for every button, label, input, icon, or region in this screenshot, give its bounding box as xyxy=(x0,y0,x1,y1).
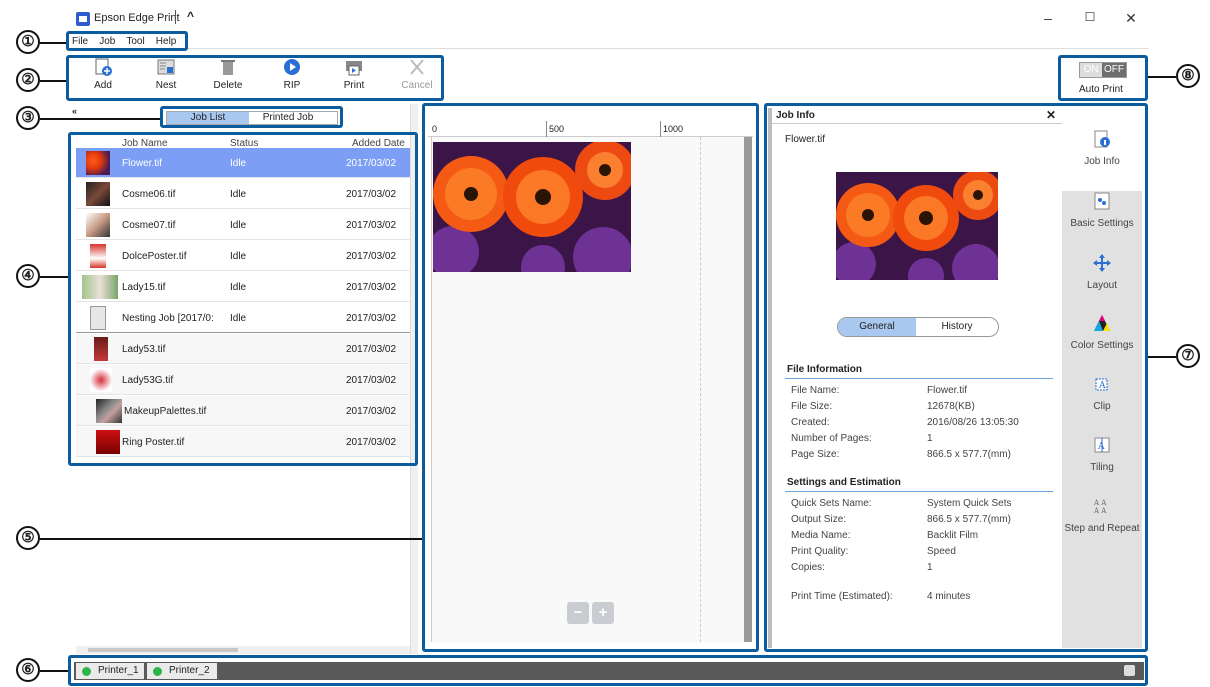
leader-line-5 xyxy=(40,538,422,540)
leader-line-1 xyxy=(40,42,66,44)
callout-number: ③ xyxy=(16,106,40,130)
scrollbar-thumb[interactable] xyxy=(88,648,238,652)
leader-line-2 xyxy=(40,80,66,82)
leader-line-6 xyxy=(40,670,68,672)
callout-box-1 xyxy=(66,31,188,51)
callout-box-6 xyxy=(68,655,1148,686)
callout-box-2 xyxy=(66,55,444,101)
minimize-button[interactable]: – xyxy=(1038,10,1058,26)
maximize-button[interactable]: ☐ xyxy=(1080,10,1100,24)
leader-line-7 xyxy=(1148,356,1176,358)
callout-number: ⑦ xyxy=(1176,344,1200,368)
collapse-ribbon-icon[interactable]: ^ xyxy=(187,9,194,23)
callout-box-5 xyxy=(422,103,759,652)
menu-divider xyxy=(68,48,1148,49)
leader-line-8 xyxy=(1148,76,1176,78)
app-icon xyxy=(76,12,90,26)
callout-number: ② xyxy=(16,68,40,92)
callout-number: ⑧ xyxy=(1176,64,1200,88)
close-button[interactable]: ✕ xyxy=(1121,10,1141,27)
leader-line-3 xyxy=(40,118,160,120)
horizontal-scrollbar[interactable] xyxy=(76,646,410,654)
callout-box-3 xyxy=(160,106,343,128)
title-separator xyxy=(175,10,176,24)
callout-box-7 xyxy=(764,103,1148,652)
leader-line-4 xyxy=(40,276,68,278)
callout-number: ④ xyxy=(16,264,40,288)
callout-box-8 xyxy=(1058,55,1148,101)
callout-number: ⑤ xyxy=(16,526,40,550)
window-title: Epson Edge Print xyxy=(94,12,180,24)
title-bar: Epson Edge Print ^ – ☐ ✕ xyxy=(68,8,1148,32)
callout-number: ⑥ xyxy=(16,658,40,682)
callout-box-4 xyxy=(68,132,418,466)
collapse-panel-icon[interactable]: « xyxy=(72,106,77,116)
callout-number: ① xyxy=(16,30,40,54)
